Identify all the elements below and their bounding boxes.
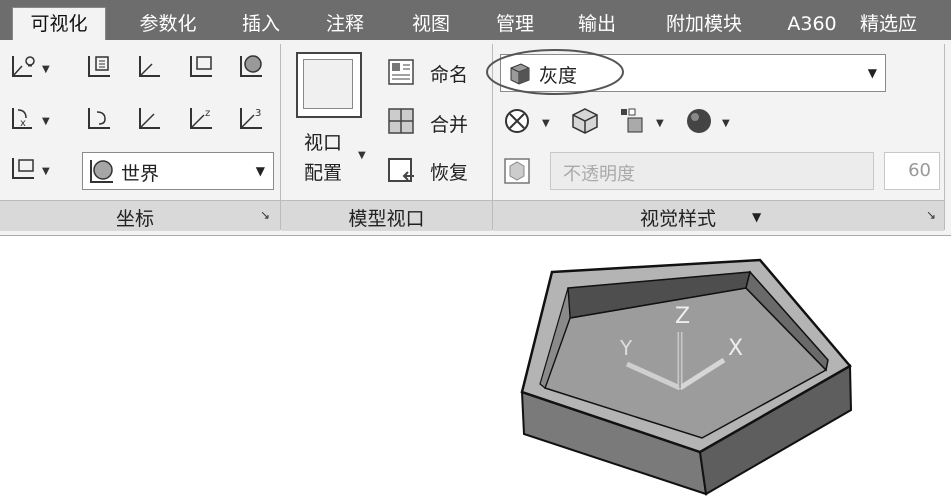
ucs-z-label: Z: [675, 304, 691, 329]
tab-addins[interactable]: 附加模块: [650, 8, 758, 40]
tab-manage[interactable]: 管理: [480, 8, 550, 40]
join-viewports-icon[interactable]: [386, 106, 416, 136]
dropdown-arrow-icon[interactable]: ▼: [358, 150, 366, 161]
ucs-x-icon[interactable]: [134, 104, 164, 134]
dropdown-arrow-icon[interactable]: ▼: [42, 166, 50, 177]
tab-view[interactable]: 视图: [396, 8, 466, 40]
ucs-origin-icon[interactable]: [134, 52, 164, 82]
ucs-y-label: Y: [620, 336, 633, 360]
chevron-down-icon: ▼: [255, 164, 265, 178]
ucs-face-icon[interactable]: [186, 52, 216, 82]
opacity-value-field[interactable]: 60: [884, 152, 940, 190]
chevron-down-icon: ▼: [867, 66, 877, 80]
globe-icon: [90, 160, 113, 183]
ucs-icon-settings-icon[interactable]: [8, 154, 38, 184]
ucs-x-label: X: [728, 336, 744, 361]
dialog-launcher-icon[interactable]: ↘: [260, 208, 270, 222]
dropdown-arrow-icon[interactable]: ▼: [42, 64, 50, 75]
viewport-config-label-1[interactable]: 视口: [304, 128, 342, 155]
panel-title-model-viewports: 模型视口: [348, 208, 425, 230]
tab-insert[interactable]: 插入: [226, 8, 296, 40]
tab-visualize[interactable]: 可视化: [12, 7, 106, 40]
shadow-display-icon[interactable]: [570, 106, 600, 136]
material-icon[interactable]: [684, 106, 714, 136]
ucs-rotate-icon[interactable]: x: [8, 104, 38, 134]
restore-viewports-icon[interactable]: [386, 156, 416, 186]
tab-annotate[interactable]: 注释: [310, 8, 380, 40]
ucs-combo-value: 世界: [121, 163, 160, 185]
viewport-config-icon[interactable]: [296, 52, 362, 118]
join-viewports-label[interactable]: 合并: [430, 110, 468, 137]
xray-icon[interactable]: [502, 106, 532, 136]
named-viewports-icon[interactable]: [386, 57, 416, 87]
tab-output[interactable]: 输出: [562, 8, 632, 40]
tab-featured[interactable]: 精选应: [860, 8, 951, 40]
ucs-icon[interactable]: [8, 52, 38, 82]
named-viewports-label[interactable]: 命名: [430, 60, 468, 87]
panel-footer-visual-styles: [493, 200, 944, 231]
dialog-launcher-icon[interactable]: ↘: [926, 208, 936, 222]
dropdown-arrow-icon[interactable]: ▼: [42, 116, 50, 127]
tab-a360[interactable]: A360: [774, 8, 850, 40]
dropdown-arrow-icon[interactable]: ▼: [542, 118, 550, 129]
panel-title-coordinates: 坐标: [115, 208, 154, 230]
panel-title-visual-styles[interactable]: 视觉样式: [640, 204, 716, 231]
drawing-viewport[interactable]: Z Y X: [0, 236, 951, 496]
restore-viewports-label[interactable]: 恢复: [430, 158, 468, 185]
edge-effects-icon[interactable]: [618, 106, 648, 136]
dropdown-arrow-icon[interactable]: ▼: [656, 118, 664, 129]
panel-separator: [944, 44, 945, 230]
ucs-view-icon[interactable]: [84, 52, 114, 82]
ucs-world-icon[interactable]: [236, 52, 266, 82]
panel-expand-arrow-icon[interactable]: ▼: [752, 210, 761, 224]
svg-text:z: z: [205, 108, 210, 119]
pentagon-tray-model: [520, 258, 853, 496]
ucs-combo[interactable]: 世界 ▼: [82, 152, 274, 190]
highlight-ellipse: [486, 49, 624, 95]
dropdown-arrow-icon[interactable]: ▼: [722, 118, 730, 129]
tab-parametric[interactable]: 参数化: [120, 8, 216, 40]
ucs-3point-icon[interactable]: 3: [236, 104, 266, 134]
opacity-slider[interactable]: 不透明度: [550, 152, 874, 190]
ucs-previous-icon[interactable]: [84, 104, 114, 134]
opacity-placeholder: 不透明度: [563, 164, 635, 185]
opacity-cube-icon[interactable]: [502, 156, 532, 186]
svg-text:3: 3: [255, 108, 261, 119]
svg-text:x: x: [20, 118, 26, 129]
ucs-z-icon[interactable]: z: [186, 104, 216, 134]
viewport-config-label-2[interactable]: 配置: [304, 158, 342, 185]
opacity-value: 60: [908, 160, 931, 181]
ribbon-tab-bar: 可视化 参数化 插入 注释 视图 管理 输出 附加模块 A360 精选应: [0, 0, 951, 40]
